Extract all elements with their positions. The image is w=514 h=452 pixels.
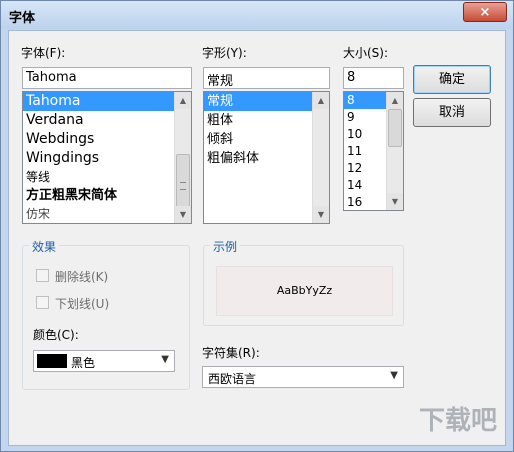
color-select[interactable]: 黑色 ▼ <box>33 350 175 372</box>
style-list-item[interactable]: 粗体 <box>204 111 329 130</box>
font-input[interactable]: Tahoma <box>22 67 192 89</box>
style-label: 字形(Y): <box>202 46 247 60</box>
underline-label[interactable]: 下划线(U) <box>55 295 109 312</box>
title-bar[interactable]: 字体 × <box>1 1 513 29</box>
sample-group: 示例 AaBbYyZz <box>203 238 404 326</box>
size-list-item[interactable]: 8 <box>344 92 386 109</box>
chevron-down-icon: ▼ <box>161 354 169 365</box>
style-list[interactable]: 常规 粗体 倾斜 粗偏斜体 ▲ ▼ <box>203 91 330 224</box>
close-button[interactable]: × <box>463 2 507 22</box>
font-list-item[interactable]: 等线 <box>23 168 191 186</box>
font-list-item[interactable]: Wingdings <box>23 149 191 168</box>
sample-preview: AaBbYyZz <box>216 266 393 316</box>
font-list-item[interactable]: 方正粗黑宋简体 <box>23 186 191 205</box>
scroll-up-icon[interactable]: ▲ <box>313 92 329 109</box>
color-swatch <box>37 354 67 368</box>
underline-checkbox[interactable] <box>36 296 49 309</box>
color-value: 黑色 <box>71 356 96 370</box>
charset-value: 西欧语言 <box>208 372 257 386</box>
charset-select[interactable]: 西欧语言 ▼ <box>202 366 404 388</box>
color-label: 颜色(C): <box>33 328 79 342</box>
strikeout-checkbox[interactable] <box>36 269 49 282</box>
size-input[interactable]: 8 <box>343 67 404 89</box>
dialog-title: 字体 <box>9 11 36 26</box>
effects-group: 效果 删除线(K) 下划线(U) 颜色(C): 黑色 ▼ <box>22 238 190 390</box>
scroll-thumb[interactable] <box>388 109 402 147</box>
size-list-scrollbar[interactable]: ▲ ▼ <box>386 92 403 210</box>
font-dialog: 字体 × 字体(F): Tahoma Tahoma Verdana Webdin… <box>0 0 514 452</box>
scroll-down-icon[interactable]: ▼ <box>175 206 191 223</box>
grip-icon <box>180 182 186 190</box>
style-list-item[interactable]: 粗偏斜体 <box>204 149 329 168</box>
watermark: 下载吧 <box>418 406 497 436</box>
ok-button[interactable]: 确定 <box>413 65 491 94</box>
chevron-down-icon: ▼ <box>390 370 398 381</box>
scroll-up-icon[interactable]: ▲ <box>387 92 403 109</box>
scroll-down-icon[interactable]: ▼ <box>313 206 329 223</box>
scroll-down-icon[interactable]: ▼ <box>387 193 403 210</box>
font-list-item[interactable]: Verdana <box>23 111 191 130</box>
effects-label: 效果 <box>29 238 60 255</box>
cancel-button[interactable]: 取消 <box>413 98 491 127</box>
font-list-item[interactable]: Webdings <box>23 130 191 149</box>
dialog-body: 字体(F): Tahoma Tahoma Verdana Webdings Wi… <box>8 30 506 446</box>
font-list-item[interactable]: 仿宋 <box>23 205 191 223</box>
style-input[interactable]: 常规 <box>203 67 330 89</box>
strikeout-label[interactable]: 删除线(K) <box>55 268 108 285</box>
font-list-scrollbar[interactable]: ▲ ▼ <box>174 92 191 223</box>
font-list-item[interactable]: Tahoma <box>23 92 174 111</box>
size-label: 大小(S): <box>343 46 389 60</box>
scroll-up-icon[interactable]: ▲ <box>175 92 191 109</box>
charset-label: 字符集(R): <box>202 346 260 360</box>
style-list-item[interactable]: 倾斜 <box>204 130 329 149</box>
font-list[interactable]: Tahoma Verdana Webdings Wingdings 等线 方正粗… <box>22 91 192 224</box>
font-label: 字体(F): <box>21 46 66 60</box>
size-list[interactable]: 8 9 10 11 12 14 16 ▲ ▼ <box>343 91 404 211</box>
sample-label: 示例 <box>210 238 241 255</box>
style-list-scrollbar[interactable]: ▲ ▼ <box>312 92 329 223</box>
style-list-item[interactable]: 常规 <box>204 92 312 111</box>
